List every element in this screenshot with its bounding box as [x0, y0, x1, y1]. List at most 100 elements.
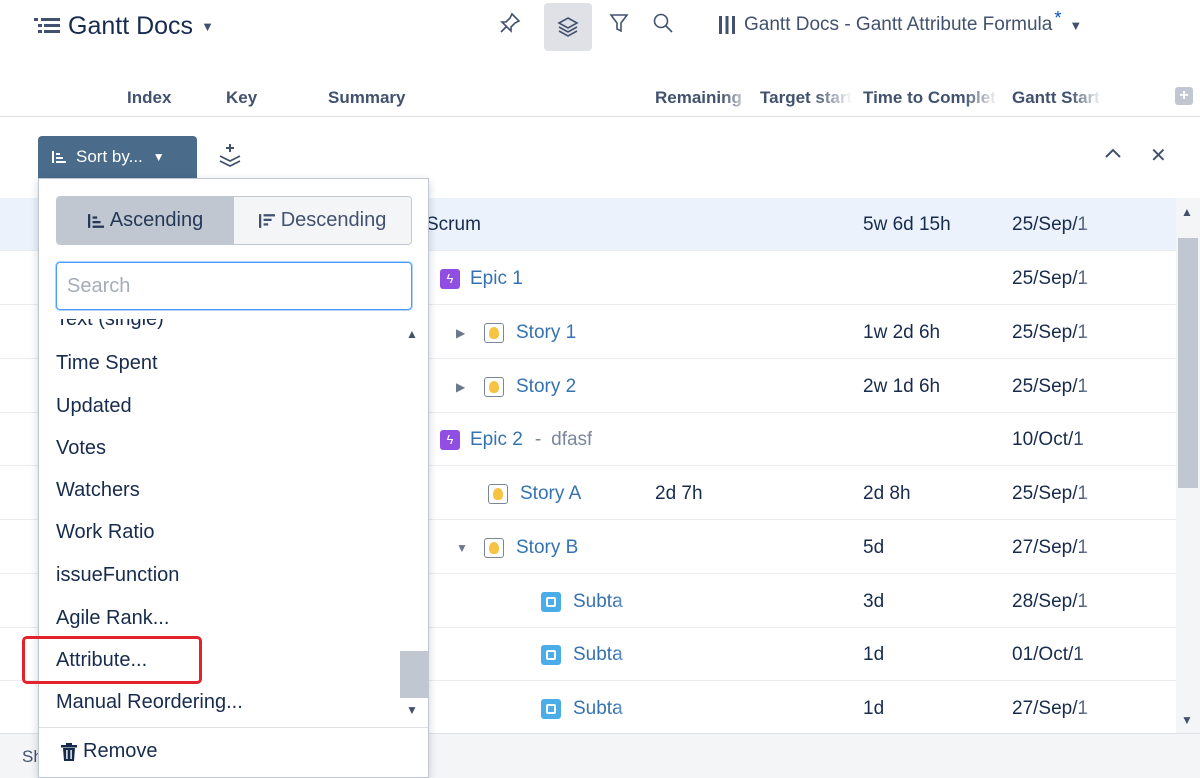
close-icon[interactable]: ✕	[1150, 143, 1167, 168]
row-summary-link[interactable]: Subta	[573, 644, 643, 666]
row-gantt-start: 27/Sep/1	[1012, 536, 1089, 558]
row-summary-link[interactable]: Subta	[573, 591, 643, 613]
sort-option[interactable]: Updated	[56, 395, 132, 418]
row-summary-link[interactable]: Story 2	[516, 376, 576, 398]
row-remaining: 2d 7h	[655, 482, 703, 504]
sort-ascending-icon	[87, 213, 104, 228]
app-title: Gantt Docs	[68, 12, 194, 40]
column-header-target-start[interactable]: Target start	[760, 88, 852, 108]
epic-icon: ϟ	[440, 429, 460, 450]
sort-by-button[interactable]: Sort by... ▼	[38, 136, 197, 178]
row-summary-link[interactable]: Story A	[520, 483, 581, 505]
row-time-to-complete: 1d	[863, 697, 885, 719]
chevron-down-icon: ▼	[201, 19, 214, 34]
descending-button[interactable]: Descending	[234, 197, 411, 244]
row-gantt-start: 28/Sep/1	[1012, 590, 1089, 612]
row-time-to-complete: 5w 6d 15h	[863, 213, 951, 235]
remove-button[interactable]: Remove	[61, 740, 157, 763]
view-name: Gantt Docs - Gantt Attribute Formula	[744, 14, 1053, 35]
column-header-remaining[interactable]: Remaining	[655, 88, 751, 108]
row-gantt-start: 25/Sep/1	[1012, 213, 1089, 235]
sort-option[interactable]: Watchers	[56, 479, 140, 502]
collapse-icon[interactable]: ▼	[456, 541, 468, 555]
scroll-down-icon[interactable]: ▼	[1181, 713, 1193, 727]
sort-list-scrollbar-thumb[interactable]	[400, 651, 428, 698]
sort-dropdown: Ascending Descending Text (single) Time …	[38, 178, 429, 778]
trash-icon	[61, 742, 77, 761]
row-gantt-start: 27/Sep/1	[1012, 697, 1089, 719]
sort-by-label: Sort by...	[76, 147, 143, 166]
row-gantt-start: 25/Sep/1	[1012, 321, 1089, 343]
subtask-icon	[541, 591, 561, 612]
header-divider	[0, 116, 1200, 117]
epic-icon: ϟ	[440, 268, 460, 289]
sort-descending-icon	[258, 213, 275, 228]
search-icon[interactable]	[648, 8, 678, 38]
top-bar: Gantt Docs ▼ Gantt Docs - Gantt Attribut…	[0, 0, 1200, 60]
descending-label: Descending	[280, 209, 387, 231]
view-modified-mark: *	[1054, 7, 1062, 28]
app-title-menu[interactable]: Gantt Docs ▼	[34, 12, 214, 41]
sort-direction-toggle: Ascending Descending	[56, 196, 412, 245]
row-summary-link[interactable]: Subta	[573, 698, 643, 720]
scroll-up-icon[interactable]: ▲	[1181, 205, 1193, 219]
chevron-down-icon: ▼	[1069, 17, 1083, 33]
sort-option[interactable]: Manual Reordering...	[56, 691, 243, 714]
row-summary-suffix: dfasf	[551, 428, 593, 450]
row-gantt-start: 10/Oct/1	[1012, 428, 1084, 450]
row-time-to-complete: 1w 2d 6h	[863, 321, 941, 343]
pin-icon[interactable]	[495, 8, 525, 38]
row-time-to-complete: 2d 8h	[863, 482, 911, 504]
table-scrollbar-thumb[interactable]	[1178, 238, 1198, 488]
sort-option[interactable]: Time Spent	[56, 352, 158, 375]
structure-icon	[34, 17, 60, 33]
row-time-to-complete: 5d	[863, 536, 885, 558]
chevron-down-icon: ▼	[152, 150, 165, 164]
sort-option[interactable]: Text (single)	[56, 319, 164, 331]
filter-icon[interactable]	[604, 8, 634, 38]
row-gantt-start: 01/Oct/1	[1012, 643, 1084, 665]
subtask-icon	[541, 698, 561, 719]
expand-icon[interactable]: ▶	[456, 380, 466, 394]
row-time-to-complete: 1d	[863, 643, 885, 665]
sort-option[interactable]: Work Ratio	[56, 521, 155, 544]
row-summary-link[interactable]: Story 1	[516, 322, 576, 344]
sort-search-input[interactable]	[56, 262, 412, 310]
add-column-icon[interactable]: +	[1175, 87, 1193, 105]
column-header-time-to-complete[interactable]: Time to Complete	[863, 88, 998, 108]
sort-ascending-icon	[52, 151, 66, 163]
ascending-label: Ascending	[109, 209, 204, 231]
highlight-annotation	[22, 636, 202, 684]
view-selector[interactable]: Gantt Docs - Gantt Attribute Formula * ▼	[718, 8, 1083, 36]
row-gantt-start: 25/Sep/1	[1012, 482, 1089, 504]
row-summary-separator: -	[534, 428, 542, 450]
column-header-summary[interactable]: Summary	[328, 88, 438, 108]
row-gantt-start: 25/Sep/1	[1012, 375, 1089, 397]
remove-label: Remove	[83, 740, 158, 762]
column-header-gantt-start[interactable]: Gantt Start	[1012, 88, 1102, 108]
sort-option[interactable]: Votes	[56, 437, 106, 460]
row-summary-link[interactable]: Epic 1	[470, 268, 523, 290]
scroll-down-icon[interactable]: ▼	[406, 703, 418, 717]
sort-option[interactable]: Agile Rank...	[56, 607, 169, 630]
row-summary-link[interactable]: Story B	[516, 537, 578, 559]
add-generator-icon[interactable]	[216, 142, 244, 175]
story-icon	[484, 376, 504, 397]
story-icon	[484, 537, 504, 558]
column-header-index[interactable]: Index	[127, 88, 187, 108]
row-gantt-start: 25/Sep/1	[1012, 267, 1089, 289]
sort-option[interactable]: issueFunction	[56, 564, 179, 587]
row-summary: Scrum	[426, 213, 481, 235]
columns-icon	[719, 16, 735, 34]
layers-icon[interactable]	[544, 3, 592, 51]
ascending-button[interactable]: Ascending	[57, 197, 234, 244]
column-header-key[interactable]: Key	[226, 88, 286, 108]
story-icon	[488, 483, 508, 504]
subtask-icon	[541, 644, 561, 665]
expand-icon[interactable]: ▶	[456, 326, 466, 340]
row-summary-link[interactable]: Epic 2	[470, 429, 523, 451]
row-time-to-complete: 2w 1d 6h	[863, 375, 941, 397]
remove-divider	[39, 727, 428, 728]
chevron-up-icon[interactable]	[1104, 146, 1122, 164]
scroll-up-icon[interactable]: ▲	[406, 327, 418, 341]
